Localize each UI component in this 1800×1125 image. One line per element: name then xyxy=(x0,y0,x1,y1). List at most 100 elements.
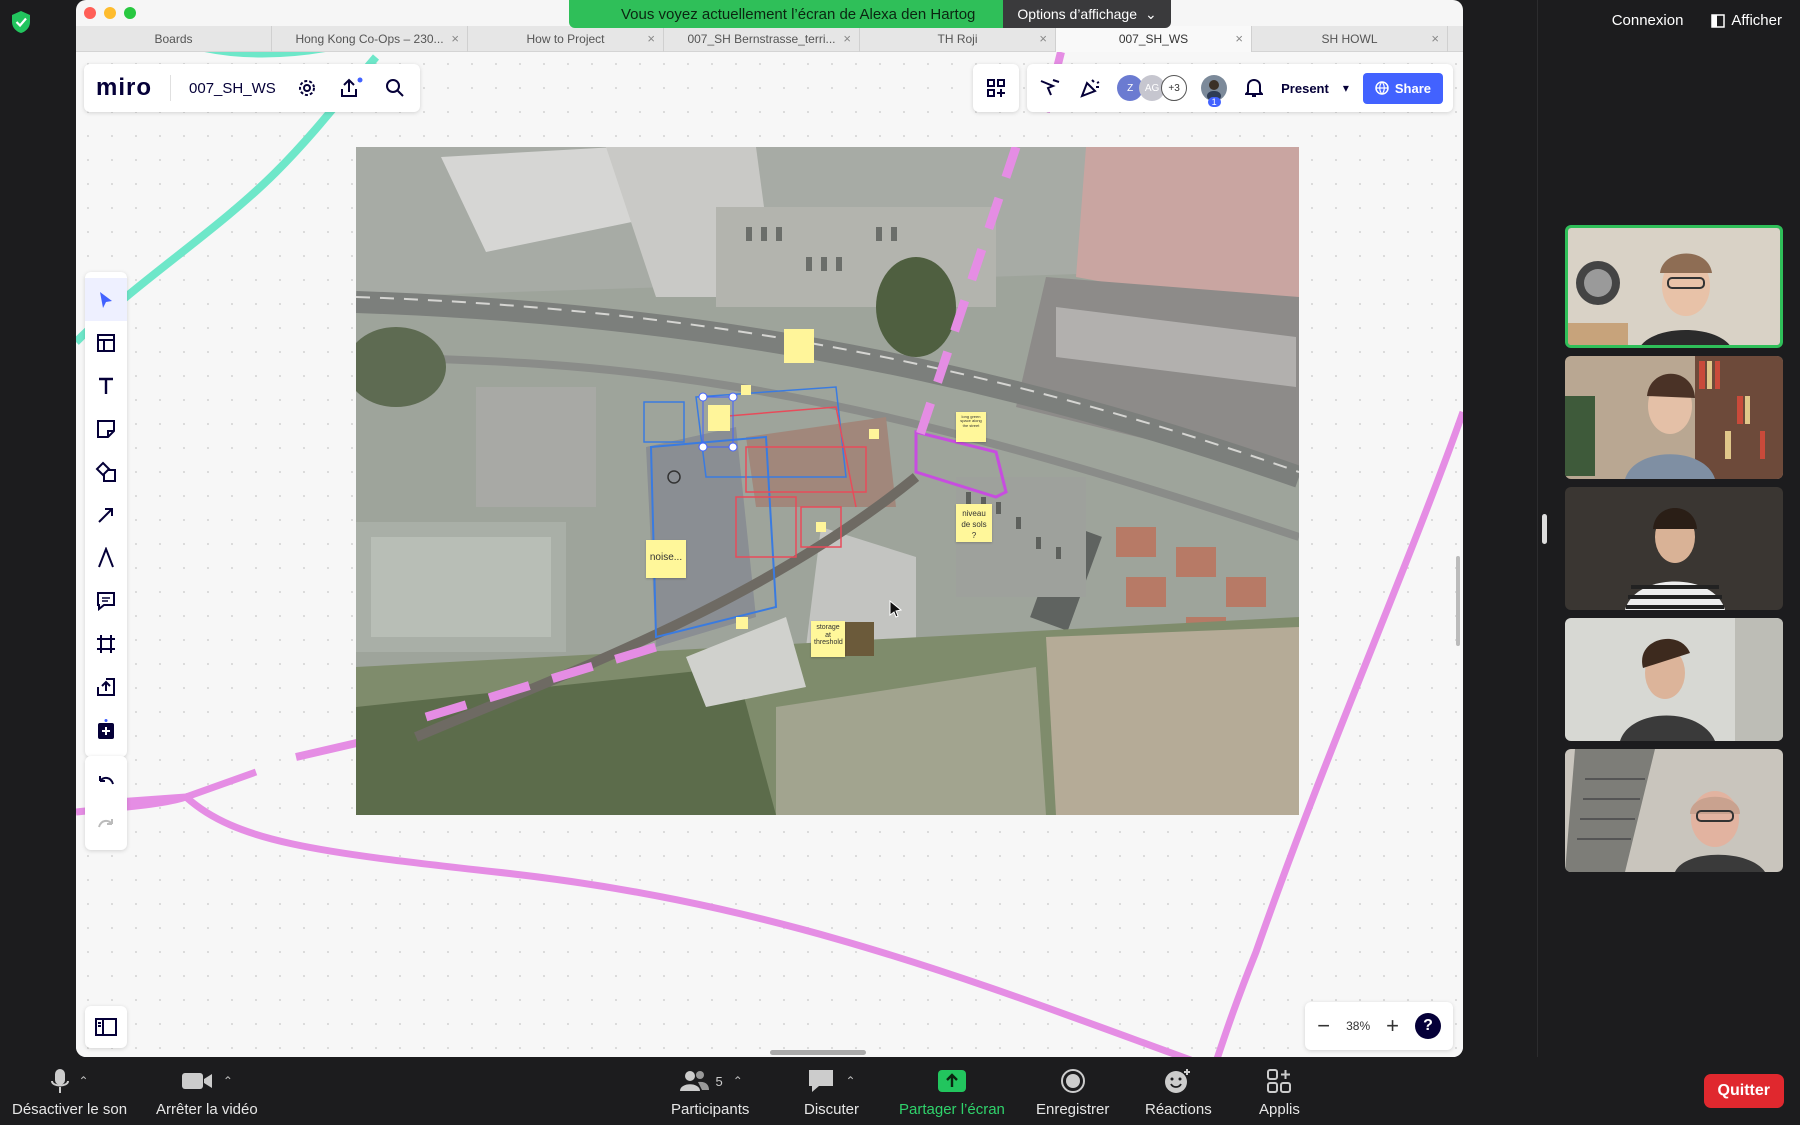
record-label: Enregistrer xyxy=(1036,1101,1110,1118)
record-button[interactable]: Enregistrer xyxy=(1036,1067,1109,1118)
connector-arrow-tool-icon[interactable] xyxy=(85,493,127,536)
gallery-resize-handle[interactable] xyxy=(1542,514,1547,544)
present-options-chevron-icon[interactable]: ▾ xyxy=(1343,81,1349,95)
view-options-dropdown[interactable]: Options d’affichage ⌄ xyxy=(1003,0,1171,28)
video-options-chevron-icon[interactable]: ⌃ xyxy=(223,1074,233,1088)
apps-button[interactable]: Applis xyxy=(1259,1067,1300,1118)
undo-icon[interactable] xyxy=(85,760,127,803)
participant-video-tile[interactable] xyxy=(1565,749,1783,872)
share-banner-text: Vous voyez actuellement l’écran de Alexa… xyxy=(569,0,1004,28)
sticky-note-tool-icon[interactable] xyxy=(85,407,127,450)
shapes-tool-icon[interactable] xyxy=(85,450,127,493)
zoom-level[interactable]: 38% xyxy=(1346,1019,1370,1033)
close-window-button[interactable] xyxy=(84,7,96,19)
sticky-note-long[interactable]: long green space along the street xyxy=(956,412,986,442)
board-name[interactable]: 007_SH_WS xyxy=(189,80,276,97)
zoom-meeting-controls: ⌃ Désactiver le son ⌃ Arrêter la vidéo 5… xyxy=(0,1057,1800,1125)
redo-icon[interactable] xyxy=(85,803,127,846)
connexion-button[interactable]: Connexion xyxy=(1612,12,1684,29)
sticky-note-niveau[interactable]: niveau de sols ? xyxy=(956,504,992,542)
side-panel-toggle-icon[interactable] xyxy=(85,1006,127,1048)
notifications-bell-icon[interactable] xyxy=(1241,75,1267,101)
zoom-controls: − 38% + ? xyxy=(1305,1002,1453,1050)
more-apps-plus-icon[interactable] xyxy=(85,708,127,751)
search-icon[interactable] xyxy=(382,75,408,101)
minimize-window-button[interactable] xyxy=(104,7,116,19)
teal-line-top xyxy=(204,52,326,58)
more-collaborators-badge[interactable]: +3 xyxy=(1161,75,1188,101)
reactions-cursor-icon[interactable] xyxy=(1037,75,1063,101)
text-tool-icon[interactable] xyxy=(85,364,127,407)
shared-browser-window: Boards Hong Kong Co-Ops – 230... × How to… xyxy=(76,0,1463,1057)
tab-how-to-project[interactable]: How to Project × xyxy=(468,26,664,52)
leave-meeting-button[interactable]: Quitter xyxy=(1703,1074,1784,1108)
chat-button[interactable]: ⌃ Discuter xyxy=(804,1067,859,1118)
own-avatar-group[interactable]: 1 xyxy=(1201,75,1228,107)
celebrate-icon[interactable] xyxy=(1077,75,1103,101)
audio-options-chevron-icon[interactable]: ⌃ xyxy=(79,1074,89,1088)
close-tab-icon[interactable]: × xyxy=(1235,26,1243,52)
close-tab-icon[interactable]: × xyxy=(1431,26,1439,52)
participants-button[interactable]: 5 ⌃ Participants xyxy=(671,1067,749,1118)
sticky-note-noise[interactable]: noise... xyxy=(646,540,686,578)
tab-th-roji[interactable]: TH Roji × xyxy=(860,26,1056,52)
apps-grid-icon[interactable] xyxy=(983,75,1009,101)
tab-label: TH Roji xyxy=(937,32,978,46)
header-divider xyxy=(170,75,172,101)
select-tool-icon[interactable] xyxy=(85,278,127,321)
aerial-site-photo[interactable]: noise... niveau de sols ? storage at thr… xyxy=(356,147,1299,815)
participant-video-tile[interactable] xyxy=(1565,356,1783,479)
participants-chevron-icon[interactable]: ⌃ xyxy=(733,1074,743,1088)
tab-sh-howl[interactable]: SH HOWL × xyxy=(1252,26,1448,52)
mute-button[interactable]: ⌃ Désactiver le son xyxy=(12,1067,127,1118)
horizontal-scrollbar[interactable] xyxy=(770,1050,866,1055)
close-tab-icon[interactable]: × xyxy=(1039,26,1047,52)
templates-tool-icon[interactable] xyxy=(85,321,127,364)
stop-video-button[interactable]: ⌃ Arrêter la vidéo xyxy=(156,1067,258,1118)
viewers-count-badge: 1 xyxy=(1207,97,1221,107)
close-tab-icon[interactable]: × xyxy=(451,26,459,52)
window-controls xyxy=(84,7,136,19)
tab-bernstrasse[interactable]: 007_SH Bernstrasse_terri... × xyxy=(664,26,860,52)
frame-tool-icon[interactable] xyxy=(85,622,127,665)
miro-tool-palette xyxy=(85,272,127,757)
miro-logo[interactable]: miro xyxy=(96,74,152,102)
view-grid-icon xyxy=(1711,13,1726,28)
present-button[interactable]: Present xyxy=(1281,81,1329,96)
help-button[interactable]: ? xyxy=(1415,1013,1441,1039)
zoom-meeting-window: Connexion Afficher Vous voyez actuelleme… xyxy=(0,0,1800,1125)
comment-tool-icon[interactable] xyxy=(85,579,127,622)
zoom-in-button[interactable]: + xyxy=(1386,1015,1399,1037)
security-shield-icon[interactable] xyxy=(10,10,32,34)
zoom-out-button[interactable]: − xyxy=(1317,1015,1330,1037)
tab-hong-kong-co-ops[interactable]: Hong Kong Co-Ops – 230... × xyxy=(272,26,468,52)
participant-video-tile[interactable] xyxy=(1565,487,1783,610)
pen-tool-icon[interactable] xyxy=(85,536,127,579)
video-label: Arrêter la vidéo xyxy=(156,1101,258,1118)
tab-boards[interactable]: Boards xyxy=(76,26,272,52)
vertical-scrollbar[interactable] xyxy=(1456,556,1460,646)
upload-tool-icon[interactable] xyxy=(85,665,127,708)
tab-007-sh-ws[interactable]: 007_SH_WS × xyxy=(1056,26,1252,52)
afficher-button[interactable]: Afficher xyxy=(1711,12,1782,29)
microphone-icon xyxy=(50,1069,69,1093)
apps-label: Applis xyxy=(1259,1101,1300,1118)
participant-video-tile[interactable] xyxy=(1565,618,1783,741)
participant-video-tile[interactable] xyxy=(1565,225,1783,348)
tab-label: Boards xyxy=(154,32,193,46)
export-upload-icon[interactable] xyxy=(338,75,364,101)
maximize-window-button[interactable] xyxy=(124,7,136,19)
miro-board-canvas[interactable]: noise... niveau de sols ? storage at thr… xyxy=(76,52,1463,1057)
reactions-button[interactable]: Réactions xyxy=(1145,1067,1212,1118)
close-tab-icon[interactable]: × xyxy=(647,26,655,52)
sticky-note-storage[interactable]: storage at threshold xyxy=(811,621,845,657)
share-button[interactable]: Share xyxy=(1362,72,1443,104)
close-tab-icon[interactable]: × xyxy=(843,26,851,52)
reactions-label: Réactions xyxy=(1145,1101,1212,1118)
chat-bubble-icon xyxy=(809,1070,834,1092)
share-screen-button[interactable]: Partager l’écran xyxy=(899,1067,1005,1118)
browser-tab-bar: Boards Hong Kong Co-Ops – 230... × How to… xyxy=(76,26,1463,52)
chat-chevron-icon[interactable]: ⌃ xyxy=(845,1074,855,1088)
record-icon xyxy=(1060,1069,1085,1093)
settings-gear-icon[interactable] xyxy=(294,75,320,101)
